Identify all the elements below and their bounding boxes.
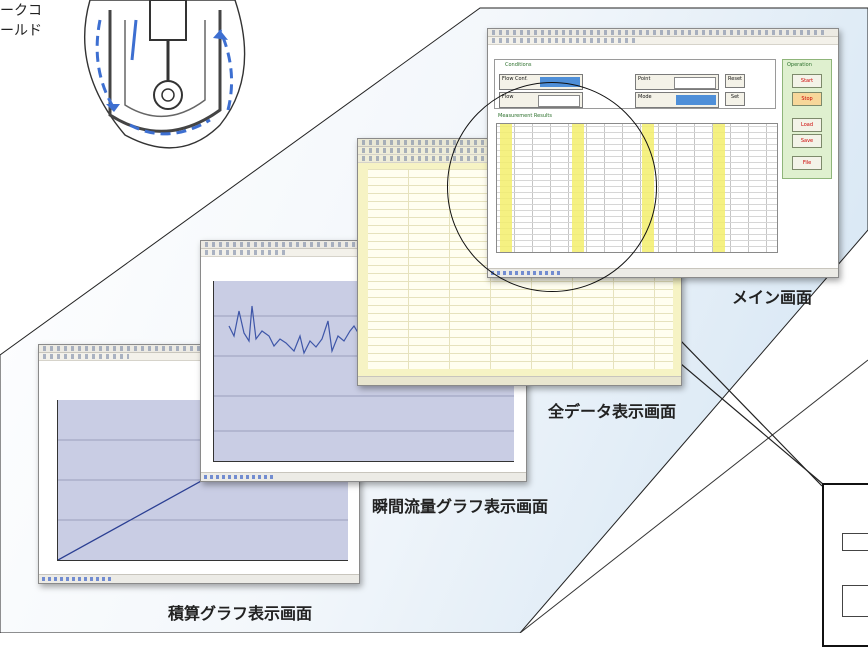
mode-label: Mode [638,94,652,100]
zoom-callout-field-2 [842,585,868,617]
reset-button[interactable]: Reset [725,74,745,88]
conditions-title: Conditions [505,62,532,68]
main-screen-caption: メイン画面 [732,288,813,307]
instant-flow-screen-caption: 瞬間流量グラフ表示画面 [372,497,549,516]
stop-button[interactable]: Stop [792,92,822,106]
flow-conf-label: Flow Conf. [502,76,528,82]
save-button[interactable]: Save [792,134,822,148]
engine-label-2: ールド [0,23,42,39]
operation-panel: Operation Start Stop Load Save File [782,59,832,179]
set-button[interactable]: Set [725,92,745,106]
zoom-callout-box [822,483,868,647]
engine-label-1: ークコ [0,3,42,19]
zoom-callout-field-1 [842,533,868,551]
point-field[interactable]: Point [635,74,719,90]
cumulative-screen-caption: 積算グラフ表示画面 [168,604,313,623]
engine-diagram [84,0,246,149]
magnifier-circle [447,82,657,292]
point-label: Point [638,76,651,82]
file-button[interactable]: File [792,156,822,170]
operation-title: Operation [787,62,812,68]
start-button[interactable]: Start [792,74,822,88]
load-button[interactable]: Load [792,118,822,132]
all-data-screen-caption: 全データ表示画面 [548,402,677,421]
mode-field[interactable]: Mode [635,92,719,108]
mode-value[interactable] [676,95,716,105]
results-yellow-col-4 [713,124,725,252]
point-value[interactable] [674,77,716,89]
